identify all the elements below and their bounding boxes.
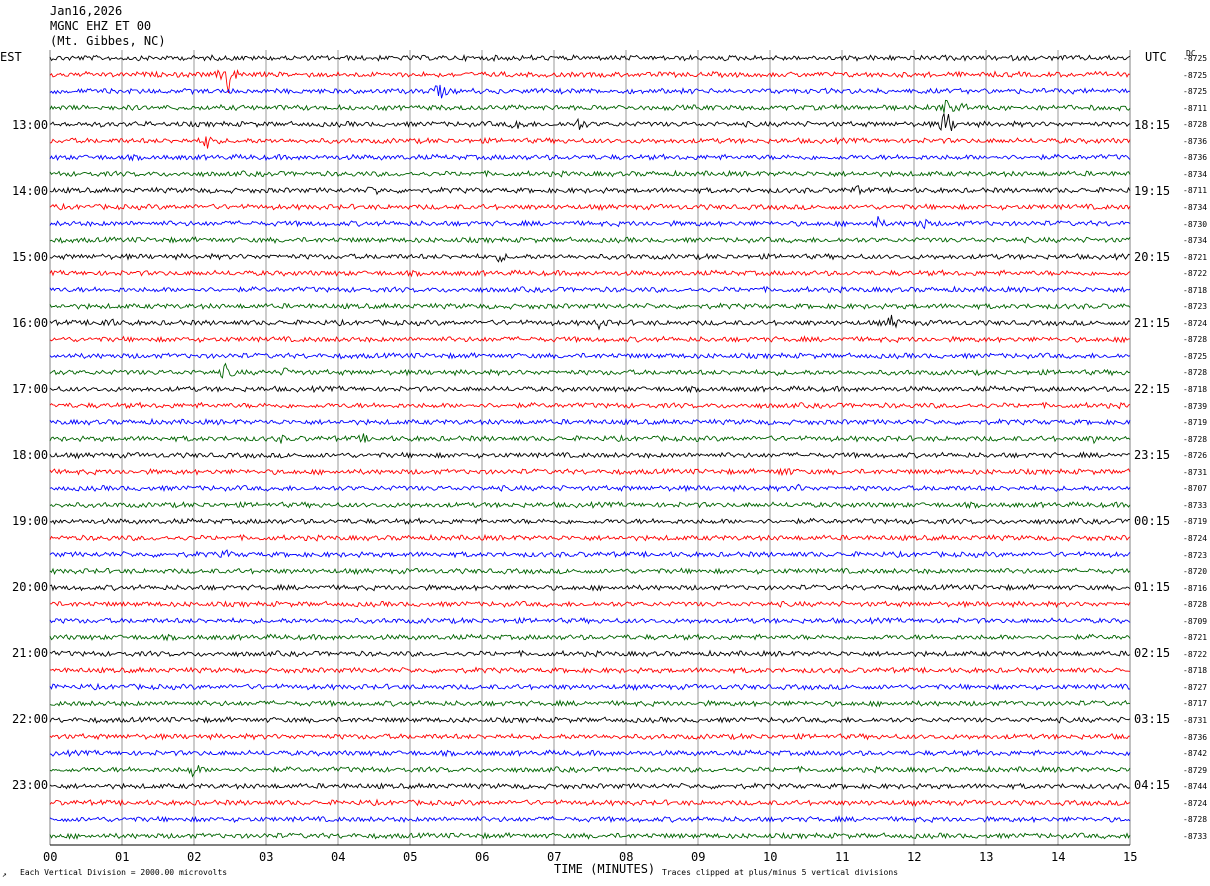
trace-line bbox=[49, 385, 1131, 394]
trace-line bbox=[49, 185, 1131, 196]
clip-note: Traces clipped at plus/minus 5 vertical … bbox=[662, 868, 899, 877]
x-axis-label: TIME (MINUTES) bbox=[554, 862, 656, 876]
trace-line bbox=[49, 433, 1131, 445]
trace-line bbox=[49, 500, 1131, 510]
trace-line bbox=[49, 467, 1131, 477]
trace-line bbox=[49, 666, 1131, 675]
trace-line bbox=[49, 285, 1131, 294]
trace-line bbox=[49, 533, 1131, 542]
trace-line bbox=[49, 549, 1131, 559]
trace-line bbox=[49, 716, 1131, 724]
trace-line bbox=[49, 68, 1131, 93]
trace-line bbox=[49, 335, 1130, 344]
trace-line bbox=[49, 517, 1131, 526]
trace-line bbox=[49, 782, 1131, 791]
trace-line bbox=[49, 202, 1131, 212]
trace-line bbox=[49, 798, 1131, 807]
trace-line bbox=[49, 136, 1131, 149]
trace-line bbox=[49, 169, 1131, 178]
trace-line bbox=[50, 600, 1131, 609]
trace-line bbox=[49, 649, 1131, 658]
trace-line bbox=[49, 567, 1131, 576]
trace-line bbox=[49, 302, 1131, 311]
trace-line bbox=[49, 84, 1131, 99]
trace-line bbox=[49, 583, 1131, 592]
trace-line bbox=[49, 54, 1131, 63]
scale-note: Each Vertical Division = 2000.00 microvo… bbox=[20, 868, 228, 877]
trace-line bbox=[49, 732, 1131, 741]
trace-line bbox=[49, 765, 1131, 778]
trace-line bbox=[49, 269, 1131, 278]
trace-line bbox=[49, 682, 1130, 691]
trace-line bbox=[49, 417, 1131, 426]
trace-line bbox=[49, 831, 1131, 840]
trace-line bbox=[49, 699, 1131, 708]
trace-line bbox=[49, 633, 1131, 642]
seismogram-plot bbox=[49, 50, 1131, 846]
trace-line bbox=[49, 216, 1131, 230]
trace-line bbox=[49, 99, 1131, 113]
trace-line bbox=[49, 401, 1131, 410]
trace-line bbox=[49, 252, 1131, 263]
trace-line bbox=[49, 314, 1131, 331]
trace-line bbox=[49, 749, 1131, 758]
trace-line bbox=[49, 815, 1131, 824]
trace-line bbox=[49, 362, 1131, 379]
trace-line bbox=[49, 113, 1131, 132]
trace-line bbox=[49, 483, 1131, 493]
trace-line bbox=[49, 616, 1131, 625]
trace-line bbox=[49, 352, 1131, 360]
trace-line bbox=[49, 451, 1131, 460]
trace-line bbox=[49, 153, 1131, 162]
corner-mark: ↗ bbox=[2, 870, 7, 879]
trace-line bbox=[49, 236, 1131, 244]
